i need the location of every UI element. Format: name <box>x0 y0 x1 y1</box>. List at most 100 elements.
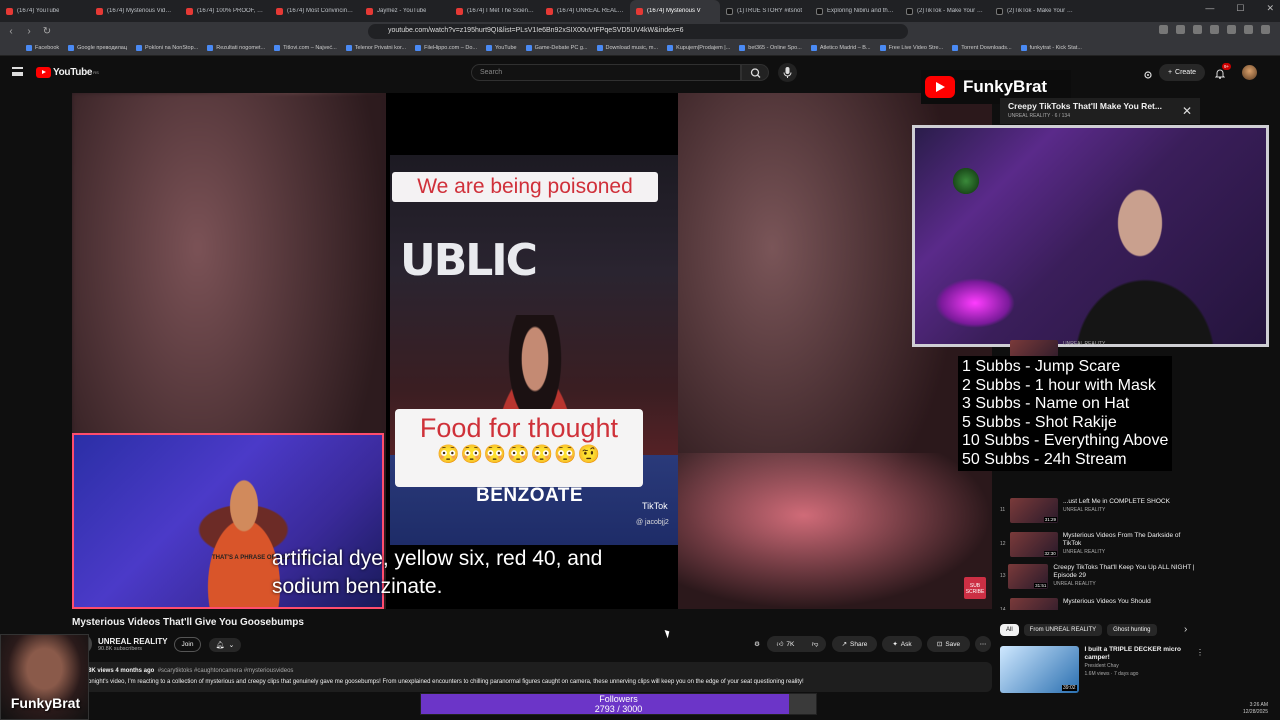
close-icon[interactable]: ✕ <box>1266 3 1274 14</box>
bookmark-item[interactable]: FileHippo.com – Do... <box>415 45 477 51</box>
bookmark-item[interactable]: YouTube <box>485 45 517 51</box>
subscribe-watermark[interactable]: SUB SCRIBE <box>964 577 986 599</box>
video-description[interactable]: 8K views 4 months ago #scarytiktoks #cau… <box>72 662 992 692</box>
tab-label: (1)TRUE STORY #itsnot <box>737 8 803 14</box>
search-button[interactable] <box>741 64 769 81</box>
bookmark-item[interactable]: Free Live Video Stre... <box>879 45 943 51</box>
browser-tab[interactable]: (1674) 100% PROOF, PARA <box>180 0 270 22</box>
subscription-bell-button[interactable]: 🔔︎ ⌄ <box>209 638 241 652</box>
playlist-item[interactable]: 11 31:29 ...ust Left Me in COMPLETE SHOCK U… <box>1000 498 1200 528</box>
video-thumbnail[interactable] <box>1010 598 1058 610</box>
bookmark-item[interactable]: Titlovi.com – Najveć... <box>274 45 337 51</box>
extension-icon[interactable] <box>1227 25 1236 34</box>
bookmark-label: Kupujem|Prodajem |... <box>676 45 731 51</box>
browser-tab[interactable]: Exploring Nibiru and the N <box>810 0 900 22</box>
bookmark-item[interactable]: Kupujem|Prodajem |... <box>667 45 730 51</box>
playlist-item[interactable]: 14 Mysterious Videos You Should <box>1000 598 1200 610</box>
browser-tab[interactable]: (1674) UNREAL REALITY <box>540 0 630 22</box>
save-button[interactable]: ⊡ Save <box>927 636 970 652</box>
browser-tab-bar: (1674) YouTube (1674) Mysterious Videos (1… <box>0 0 1280 22</box>
bookmark-label: Titlovi.com – Najveć... <box>283 45 337 51</box>
region-code: RS <box>93 70 99 75</box>
minimize-icon[interactable]: — <box>1205 3 1214 14</box>
video-thumbnail[interactable]: 31:29 <box>1010 498 1058 523</box>
reload-icon[interactable]: ↻ <box>40 26 54 37</box>
more-actions-icon[interactable]: ⋯ <box>975 636 991 652</box>
create-button[interactable]: + Create <box>1159 64 1205 81</box>
tiktok-caption-mid: Food for thought <box>419 413 619 443</box>
bookmark-item[interactable]: Poklonі na NonStop... <box>136 45 198 51</box>
recommended-channel[interactable]: President Chay <box>1085 662 1200 670</box>
playlist-item[interactable]: 13 31:51 Creepy TikToks That'll Keep You U… <box>1000 564 1200 594</box>
video-player[interactable]: UBLIC We are being poisoned Food for tho… <box>72 93 992 609</box>
video-thumbnail[interactable]: 32:30 <box>1009 532 1058 557</box>
back-icon[interactable]: ‹ <box>4 26 18 37</box>
chevron-right-icon[interactable]: › <box>1184 624 1187 635</box>
playlist-item[interactable]: 12 32:30 Mysterious Videos From The Darksi… <box>1000 532 1200 562</box>
system-clock[interactable]: 3:26 AM 12/28/2025 <box>1243 702 1268 716</box>
account-avatar[interactable] <box>1242 65 1257 80</box>
recommended-video[interactable]: 39:02 I built a TRIPLE DECKER micro camp… <box>1000 646 1204 694</box>
browser-tab[interactable]: (1674) YouTube <box>0 0 90 22</box>
bookmark-item[interactable]: bet365 - Online Spo... <box>739 45 802 51</box>
menu-icon[interactable] <box>1261 25 1270 34</box>
extension-icon[interactable] <box>1176 25 1185 34</box>
youtube-logo[interactable]: YouTube RS <box>36 67 99 78</box>
browser-tab[interactable]: (1674) Mysterious Videos <box>90 0 180 22</box>
playlist-title[interactable]: Creepy TikToks That'll Make You Ret... <box>1008 101 1192 111</box>
extension-icon[interactable] <box>1193 25 1202 34</box>
browser-tab[interactable]: (2)TikTok - Make Your Day <box>990 0 1080 22</box>
profile-icon[interactable] <box>1244 25 1253 34</box>
bookmark-item[interactable]: Download music, m... <box>596 45 658 51</box>
forward-icon[interactable]: › <box>22 26 36 37</box>
bookmark-item[interactable]: Facebook <box>26 45 59 51</box>
browser-tab[interactable]: Jaymez - YouTube <box>360 0 450 22</box>
bookmark-item[interactable]: Google преводилац <box>68 45 127 51</box>
url-field[interactable]: youtube.com/watch?v=z195hurt9QI&list=PLs… <box>368 24 908 39</box>
hamburger-menu-icon[interactable] <box>12 67 23 76</box>
browser-tab[interactable]: (1674) Mysterious V <box>630 0 720 22</box>
share-button[interactable]: ↗ Share <box>832 636 877 652</box>
bookmark-item[interactable]: Game-Debate PC g... <box>525 45 588 51</box>
like-button[interactable]: 👍︎ 7K <box>767 636 804 652</box>
join-button[interactable]: Join <box>174 637 201 652</box>
bookmark-item[interactable]: funkytrat - Kick Stat... <box>1020 45 1082 51</box>
bookmark-label: Google преводилац <box>77 45 128 51</box>
bookmark-item[interactable]: Rezultati nogomet... <box>207 45 265 51</box>
bookmark-item[interactable]: Atletico Madrid – B... <box>810 45 871 51</box>
extension-icon[interactable] <box>1210 25 1219 34</box>
youtube-play-icon <box>36 67 51 78</box>
tab-label: Exploring Nibiru and the N <box>827 8 894 14</box>
extension-icon[interactable] <box>1159 25 1168 34</box>
sub-rewards-list: 1 Subbs - Jump Scare 2 Subbs - 1 hour wit… <box>958 356 1173 471</box>
save-label: Save <box>945 640 961 648</box>
maximize-icon[interactable]: ☐ <box>1236 3 1244 14</box>
video-thumbnail[interactable]: 39:02 <box>1000 646 1079 693</box>
tab-label: (1674) YouTube <box>17 8 60 14</box>
search-input[interactable]: Search <box>471 64 741 81</box>
bookmark-item[interactable]: Torrent Downloads... <box>952 45 1012 51</box>
bookmark-label: YouTube <box>494 45 517 51</box>
dislike-button[interactable]: 👎︎ <box>804 636 826 652</box>
video-thumbnail[interactable]: 31:51 <box>1008 564 1049 589</box>
browser-tab[interactable]: (2)TikTok - Make Your Day <box>900 0 990 22</box>
youtube-favicon-icon <box>546 7 553 15</box>
close-icon[interactable]: ✕ <box>1182 104 1192 118</box>
browser-tab[interactable]: (1674) Most Convincing Ev <box>270 0 360 22</box>
settings-icon[interactable]: ⚙︎ <box>750 636 764 652</box>
duration-badge: 31:51 <box>1034 583 1048 588</box>
streamer-face <box>1100 183 1180 283</box>
more-options-icon[interactable]: ⋮ <box>1196 648 1204 657</box>
recommended-title[interactable]: I built a TRIPLE DECKER micro camper! <box>1085 646 1200 662</box>
cast-settings-icon[interactable] <box>1143 67 1153 79</box>
browser-tab[interactable]: (1)TRUE STORY #itsnot <box>720 0 810 22</box>
filter-chip[interactable]: All <box>1000 624 1019 636</box>
bookmark-item[interactable]: Telenor Privatni kor... <box>345 45 406 51</box>
filter-chip[interactable]: Ghost hunting <box>1107 624 1157 636</box>
voice-search-button[interactable] <box>778 63 797 82</box>
browser-tab[interactable]: (1674) I Met The Scientist <box>450 0 540 22</box>
filter-chip[interactable]: From UNREAL REALITY <box>1023 624 1103 636</box>
ask-button[interactable]: ✦ Ask <box>882 636 922 652</box>
hashtags[interactable]: #scarytiktoks #caughtoncamera #mysteriou… <box>158 668 294 674</box>
channel-name[interactable]: UNREAL REALITY <box>98 637 168 646</box>
